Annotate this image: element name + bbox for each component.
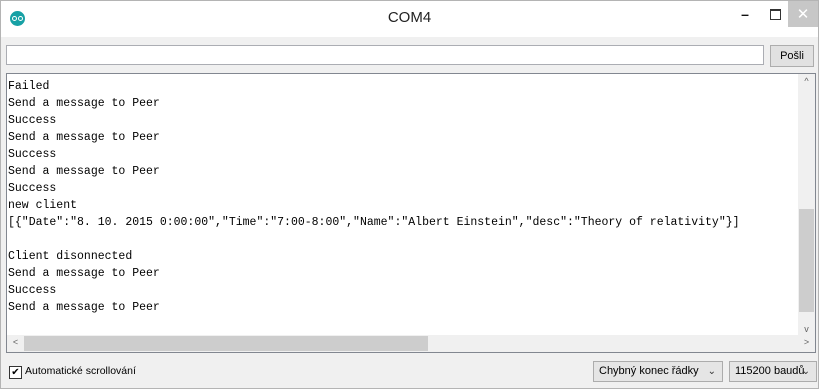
output-line: Failed [8,80,50,93]
scroll-left-icon[interactable]: < [7,337,24,347]
serial-output-area[interactable]: Failed Send a message to Peer Success Send … [6,73,816,353]
status-footer: ✔ Automatické scrollování Chybný konec ř… [1,357,818,387]
output-line: new client [8,199,78,212]
baud-rate-value: 115200 baudů [735,365,805,377]
output-line: Success [8,114,57,127]
line-ending-select[interactable]: Chybný konec řádky ⌄ [593,361,723,382]
autoscroll-checkbox[interactable]: ✔ [9,366,22,379]
minimize-button[interactable]: – [731,1,759,27]
output-line: [{"Date":"8. 10. 2015 0:00:00","Time":"7… [8,216,740,229]
output-line: Success [8,284,57,297]
close-button[interactable]: ✕ [788,1,818,27]
scroll-right-icon[interactable]: > [798,337,815,347]
minimize-icon: – [741,6,749,22]
checkbox-check-icon: ✔ [11,367,20,378]
chevron-down-icon: ⌄ [801,366,810,377]
output-lines: Failed Send a message to Peer Success Send … [8,78,740,316]
output-line: Send a message to Peer [8,131,160,144]
output-line: Client disonnected [8,250,133,263]
send-button[interactable]: Pošli [770,45,814,67]
send-input[interactable] [6,45,764,65]
output-line: Send a message to Peer [8,267,160,280]
output-line: Success [8,148,57,161]
maximize-button[interactable] [761,1,789,27]
chevron-down-icon: ⌄ [707,366,716,377]
title-bar: COM4 – ✕ [1,1,818,37]
serial-monitor-window: COM4 – ✕ Pošli Failed Send a message to P… [0,0,819,389]
horizontal-scrollbar[interactable]: < > [7,335,815,352]
output-line: Send a message to Peer [8,97,160,110]
scroll-up-icon[interactable]: ^ [798,76,815,86]
line-ending-value: Chybný konec řádky [599,365,699,377]
output-line: Success [8,182,57,195]
vertical-scroll-thumb[interactable] [799,209,814,312]
maximize-icon [769,8,781,20]
baud-rate-select[interactable]: 115200 baudů ⌄ [729,361,817,382]
output-line: Send a message to Peer [8,165,160,178]
vertical-scrollbar[interactable]: ^ v [798,74,815,337]
autoscroll-label[interactable]: Automatické scrollování [25,365,136,377]
scroll-down-icon[interactable]: v [798,324,815,334]
window-title: COM4 [387,9,432,26]
output-line: Send a message to Peer [8,301,160,314]
close-icon: ✕ [796,6,810,23]
horizontal-scroll-thumb[interactable] [24,336,428,351]
